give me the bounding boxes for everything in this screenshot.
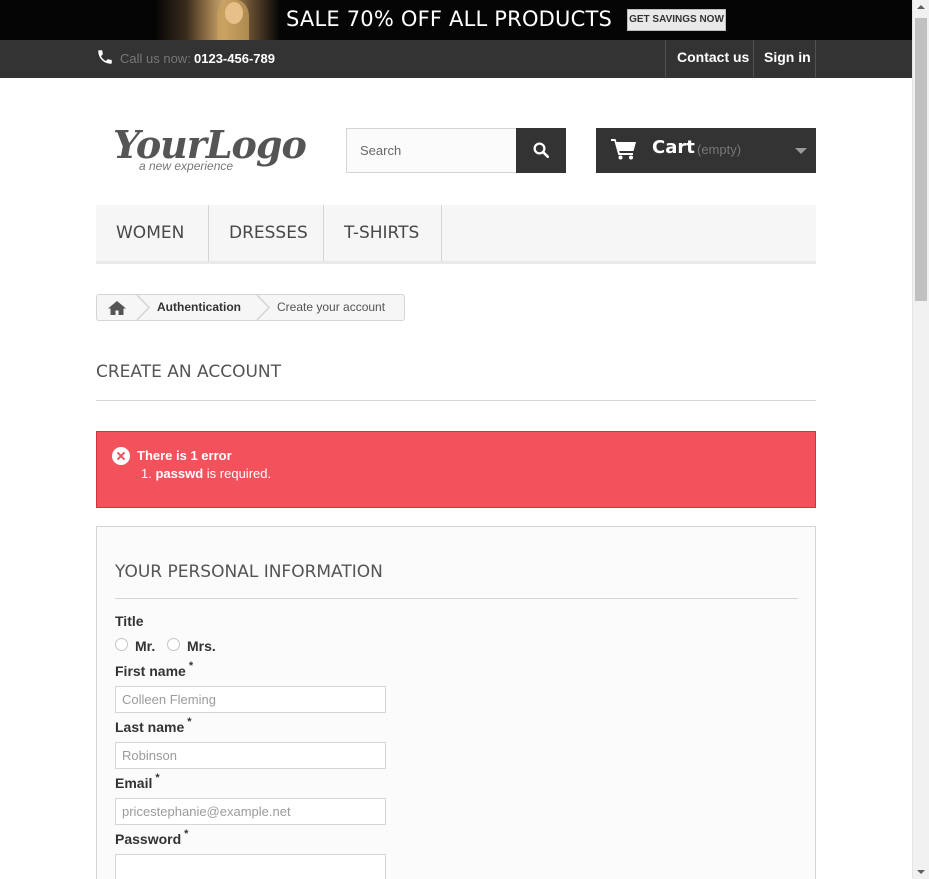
last-name-label-text: Last name: [115, 719, 185, 735]
required-mark: *: [188, 660, 194, 672]
last-name-input[interactable]: [115, 742, 386, 769]
password-label-text: Password: [115, 831, 182, 847]
search-field[interactable]: [346, 128, 517, 173]
shopping-cart-icon: [611, 139, 636, 160]
breadcrumb-separator-icon: [136, 295, 151, 320]
nav-divider: [815, 40, 816, 78]
email-input[interactable]: [115, 798, 386, 825]
heading-divider: [96, 400, 816, 401]
required-mark: *: [187, 716, 192, 728]
menu-item-tshirts[interactable]: T-SHIRTS: [324, 205, 442, 261]
error-title: There is 1 error: [137, 448, 232, 463]
email-label: Email *: [115, 772, 160, 791]
phone-number: 0123-456-789: [194, 51, 275, 66]
search-icon: [533, 142, 550, 159]
title-mrs-radio[interactable]: [167, 638, 180, 651]
scroll-up-arrow-icon[interactable]: [917, 5, 925, 9]
cart-status: (empty): [697, 142, 742, 157]
last-name-label: Last name *: [115, 716, 192, 735]
error-item: 1. passwd is required.: [141, 466, 271, 481]
password-input[interactable]: [115, 854, 386, 879]
cart-label: Cart: [652, 137, 695, 158]
title-mr-label[interactable]: Mr.: [135, 638, 155, 654]
nav-divider: [753, 40, 754, 78]
promo-banner[interactable]: SALE 70% OFF ALL PRODUCTS GET SAVINGS NO…: [0, 0, 912, 40]
first-name-label-text: First name: [115, 663, 186, 679]
personal-info-form: YOUR PERSONAL INFORMATION Title Mr. Mrs.…: [96, 526, 816, 879]
call-us-label: Call us now:: [120, 51, 191, 66]
required-mark: *: [155, 772, 160, 784]
first-name-input[interactable]: [115, 686, 386, 713]
error-alert: There is 1 error 1. passwd is required.: [96, 431, 816, 508]
title-mrs-label[interactable]: Mrs.: [187, 638, 216, 654]
search-button[interactable]: [516, 128, 566, 173]
email-label-text: Email: [115, 775, 153, 791]
title-label: Title: [115, 613, 144, 629]
error-item-text: is required.: [206, 466, 272, 481]
scroll-down-arrow-icon[interactable]: [917, 870, 925, 874]
contact-us-link[interactable]: Contact us: [677, 49, 749, 65]
search-input[interactable]: [347, 129, 516, 172]
home-icon[interactable]: [107, 300, 127, 316]
page-scrollbar[interactable]: [912, 0, 929, 879]
site-logo[interactable]: YourLogo a new experience: [113, 122, 307, 174]
logo-tagline: a new experience: [139, 159, 234, 173]
sign-in-link[interactable]: Sign in: [764, 49, 811, 65]
chevron-down-icon: [795, 148, 807, 154]
first-name-label: First name *: [115, 660, 194, 679]
error-field-name: passwd: [155, 466, 204, 481]
banner-model-image: [155, 0, 280, 40]
section-title: YOUR PERSONAL INFORMATION: [115, 562, 383, 582]
page-title: CREATE AN ACCOUNT: [96, 362, 282, 382]
cart-button[interactable]: Cart (empty): [596, 128, 816, 173]
title-mr-radio[interactable]: [115, 638, 128, 651]
phone-icon: [98, 50, 112, 64]
scrollbar-thumb[interactable]: [915, 18, 927, 301]
breadcrumb-separator-icon: [256, 295, 271, 320]
breadcrumb-current: Create your account: [277, 300, 386, 314]
section-divider: [115, 598, 798, 599]
error-item-number: 1.: [141, 466, 152, 481]
breadcrumb-authentication[interactable]: Authentication: [157, 300, 241, 314]
password-label: Password *: [115, 828, 189, 847]
nav-divider: [665, 40, 666, 78]
error-close-icon: [112, 447, 130, 465]
menu-item-dresses[interactable]: DRESSES: [209, 205, 324, 261]
menu-item-women[interactable]: WOMEN: [96, 205, 209, 261]
required-mark: *: [184, 828, 189, 840]
breadcrumb: Authentication Create your account: [96, 294, 405, 321]
main-menu: WOMEN DRESSES T-SHIRTS: [96, 205, 816, 264]
get-savings-button[interactable]: GET SAVINGS NOW: [627, 9, 726, 31]
banner-promo-text: SALE 70% OFF ALL PRODUCTS: [286, 7, 613, 31]
top-nav-bar: Call us now: 0123-456-789 Contact us Sig…: [0, 40, 912, 78]
